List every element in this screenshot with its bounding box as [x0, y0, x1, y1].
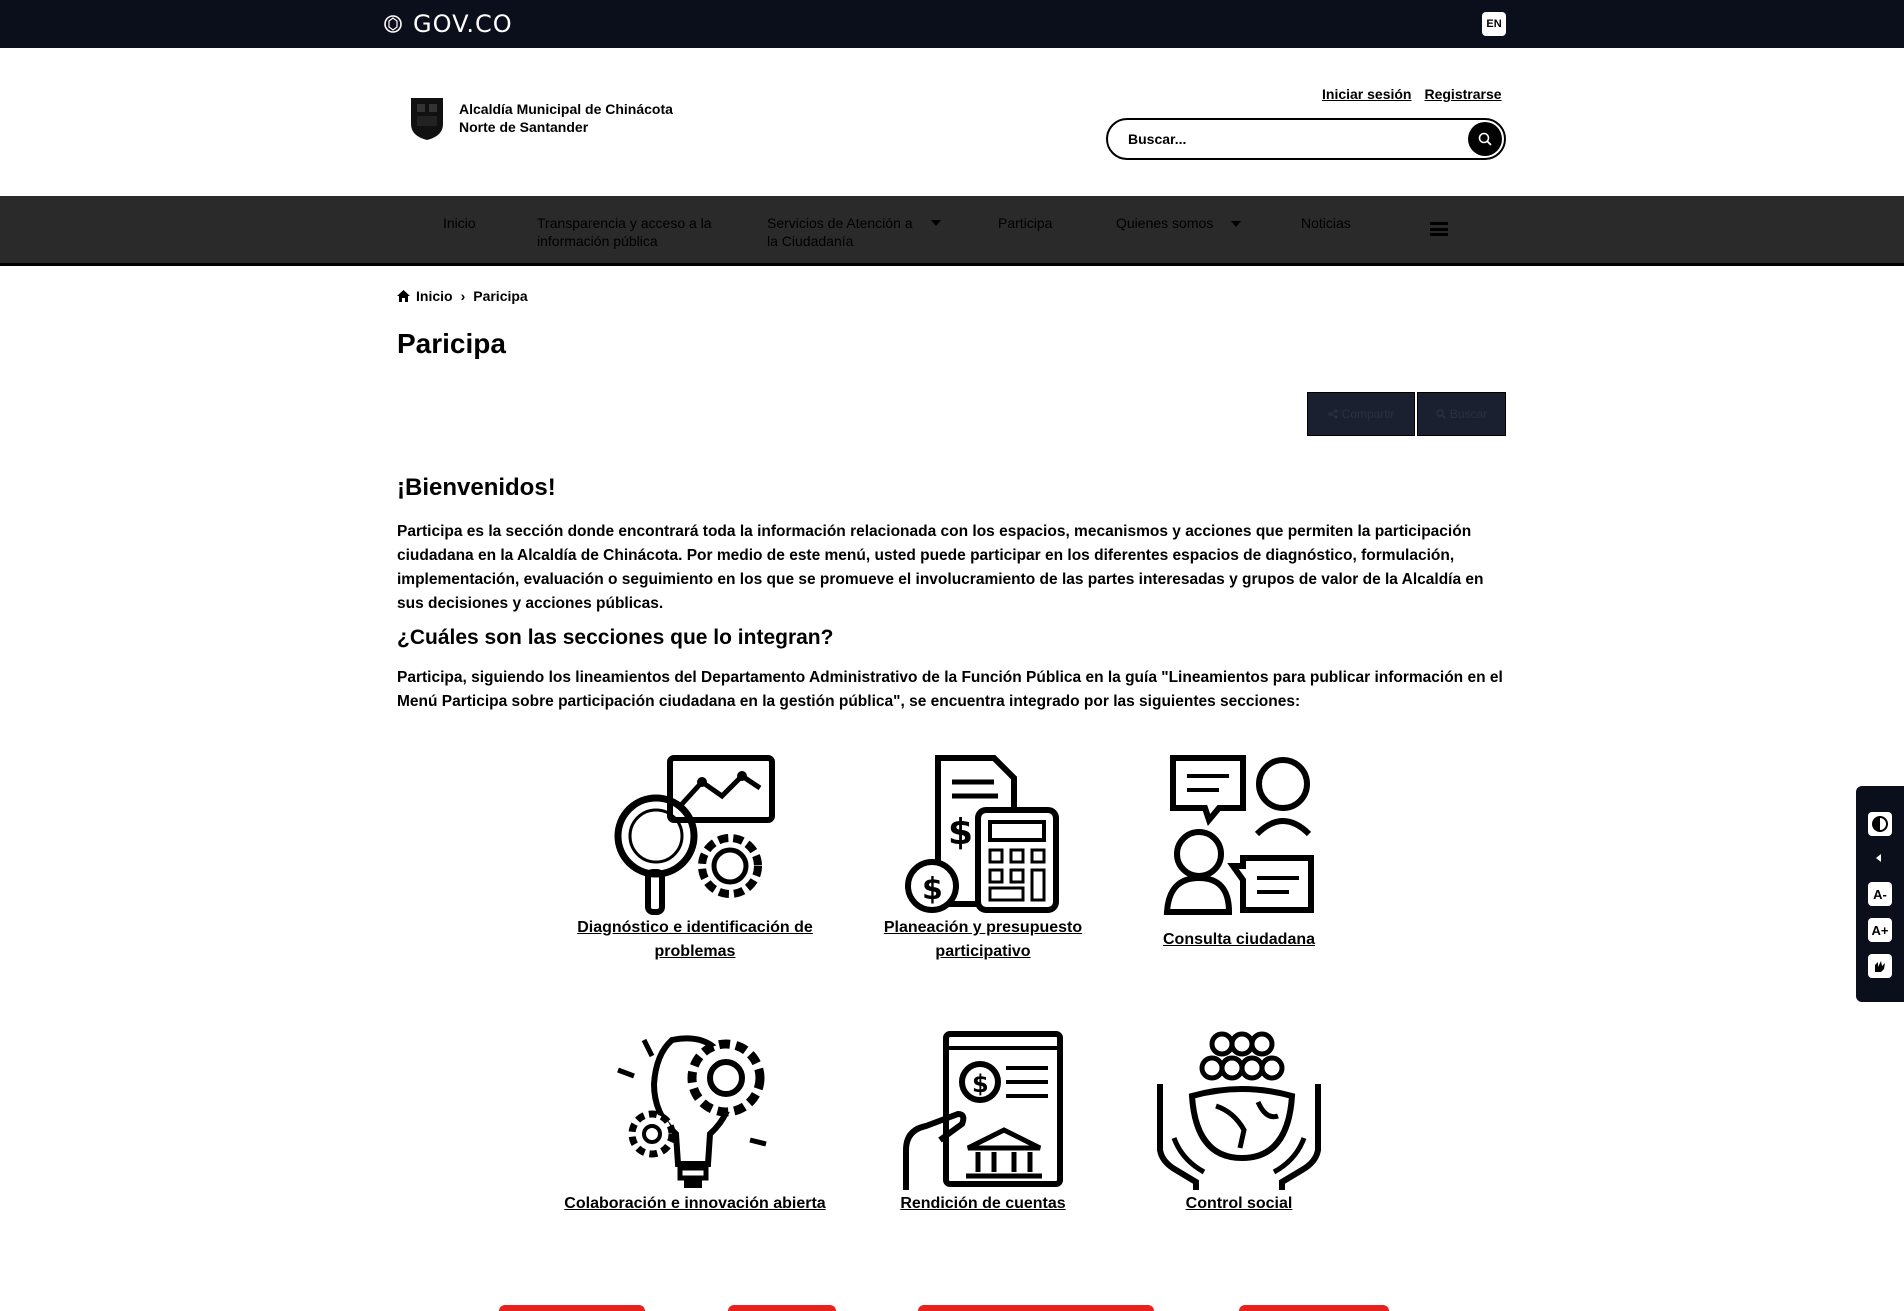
sign-language-icon[interactable]	[1868, 954, 1892, 978]
decrease-text-button[interactable]: A-	[1868, 882, 1892, 906]
collapse-arrow-icon[interactable]	[1876, 854, 1881, 862]
nav-item-transparencia[interactable]: Transparencia y acceso a la información …	[537, 214, 722, 250]
home-icon	[397, 290, 410, 302]
footer-red-button[interactable]	[918, 1305, 1154, 1311]
sections-heading: ¿Cuáles son las secciones que lo integra…	[397, 626, 834, 649]
nav-item-noticias[interactable]: Noticias	[1301, 214, 1351, 232]
share-icon	[1328, 409, 1338, 419]
auth-links: Iniciar sesión Registrarse	[1322, 86, 1502, 102]
footer-red-button[interactable]	[728, 1305, 836, 1311]
search-input[interactable]	[1128, 131, 1448, 147]
svg-text:$: $	[922, 872, 943, 907]
accessibility-toolbar: A- A+	[1856, 786, 1904, 1002]
svg-text:$: $	[972, 1070, 989, 1098]
main-nav: Inicio Transparencia y acceso a la infor…	[0, 196, 1904, 266]
footer-red-button[interactable]	[499, 1305, 645, 1311]
intro-paragraph: Participa es la sección donde encontrará…	[397, 523, 1484, 612]
municipal-crest-icon	[411, 98, 443, 140]
site-header: Alcaldía Municipal de Chinácota Norte de…	[0, 48, 1904, 196]
footer-red-button[interactable]	[1239, 1305, 1389, 1311]
entity-name: Alcaldía Municipal de Chinácota	[459, 101, 673, 117]
section-card-planeacion[interactable]: $ $ Planeación y presupuesto participati…	[868, 754, 1098, 964]
people-chat-icon	[1163, 755, 1314, 915]
section-card-rendicion[interactable]: $ Rendición de cuentas	[868, 1030, 1098, 1216]
login-link[interactable]: Iniciar sesión	[1322, 86, 1411, 102]
section-card-colaboracion[interactable]: Colaboración e innovación abierta	[550, 1030, 840, 1216]
search-box	[1106, 118, 1506, 160]
section-card-diagnostico[interactable]: Diagnóstico e identificación de problema…	[550, 754, 840, 964]
page-actions: Compartir Buscar	[1307, 392, 1506, 436]
language-toggle-button[interactable]: EN	[1482, 12, 1506, 36]
nav-item-inicio[interactable]: Inicio	[443, 214, 476, 232]
menu-hamburger-icon[interactable]	[1430, 222, 1448, 236]
page-search-button[interactable]: Buscar	[1417, 392, 1506, 436]
breadcrumb-current: Paricipa	[473, 288, 528, 304]
colombia-shield-icon	[384, 15, 402, 33]
welcome-heading: ¡Bienvenidos!	[397, 474, 556, 501]
hands-globe-people-icon	[1157, 1031, 1321, 1190]
calculator-budget-icon: $ $	[905, 755, 1059, 913]
accountability-document-icon: $	[903, 1031, 1063, 1190]
section-label: Colaboración e innovación abierta	[564, 1195, 826, 1212]
nav-item-participa[interactable]: Participa	[998, 214, 1052, 232]
nav-item-servicios[interactable]: Servicios de Atención a la Ciudadanía	[767, 214, 952, 250]
section-label: Consulta ciudadana	[1162, 931, 1316, 948]
govco-logo-link[interactable]: GOV.CO	[383, 10, 513, 38]
breadcrumb: Inicio › Paricipa	[397, 288, 528, 304]
nav-item-quienes-somos[interactable]: Quienes somos	[1116, 214, 1242, 232]
chevron-down-icon	[931, 220, 941, 226]
section-label: Planeación y presupuesto participativo	[883, 919, 1083, 960]
increase-text-button[interactable]: A+	[1868, 918, 1892, 942]
search-button[interactable]	[1468, 122, 1502, 156]
search-icon	[1436, 409, 1446, 419]
register-link[interactable]: Registrarse	[1424, 86, 1501, 102]
page-title: Paricipa	[397, 328, 506, 359]
svg-text:$: $	[948, 812, 973, 853]
section-card-consulta[interactable]: Consulta ciudadana	[1141, 754, 1337, 952]
chevron-right-icon: ›	[460, 288, 466, 304]
share-button[interactable]: Compartir	[1307, 392, 1415, 436]
entity-region: Norte de Santander	[459, 119, 589, 135]
contrast-icon[interactable]	[1868, 812, 1892, 836]
search-icon	[1478, 132, 1492, 146]
sections-paragraph: Participa, siguiendo los lineamientos de…	[397, 669, 1503, 710]
section-label: Control social	[1185, 1195, 1293, 1212]
gov-top-bar: GOV.CO EN	[0, 0, 1904, 48]
section-label: Diagnóstico e identificación de problema…	[577, 919, 813, 960]
govco-logo-text: GOV.CO	[413, 10, 513, 38]
section-card-control-social[interactable]: Control social	[1141, 1030, 1337, 1216]
analytics-magnifier-gear-icon	[614, 755, 775, 915]
entity-brand[interactable]: Alcaldía Municipal de Chinácota Norte de…	[405, 94, 673, 142]
lightbulb-gears-icon	[617, 1035, 767, 1188]
breadcrumb-home-link[interactable]: Inicio	[416, 288, 453, 304]
chevron-down-icon	[1231, 221, 1242, 228]
section-label: Rendición de cuentas	[900, 1195, 1066, 1212]
